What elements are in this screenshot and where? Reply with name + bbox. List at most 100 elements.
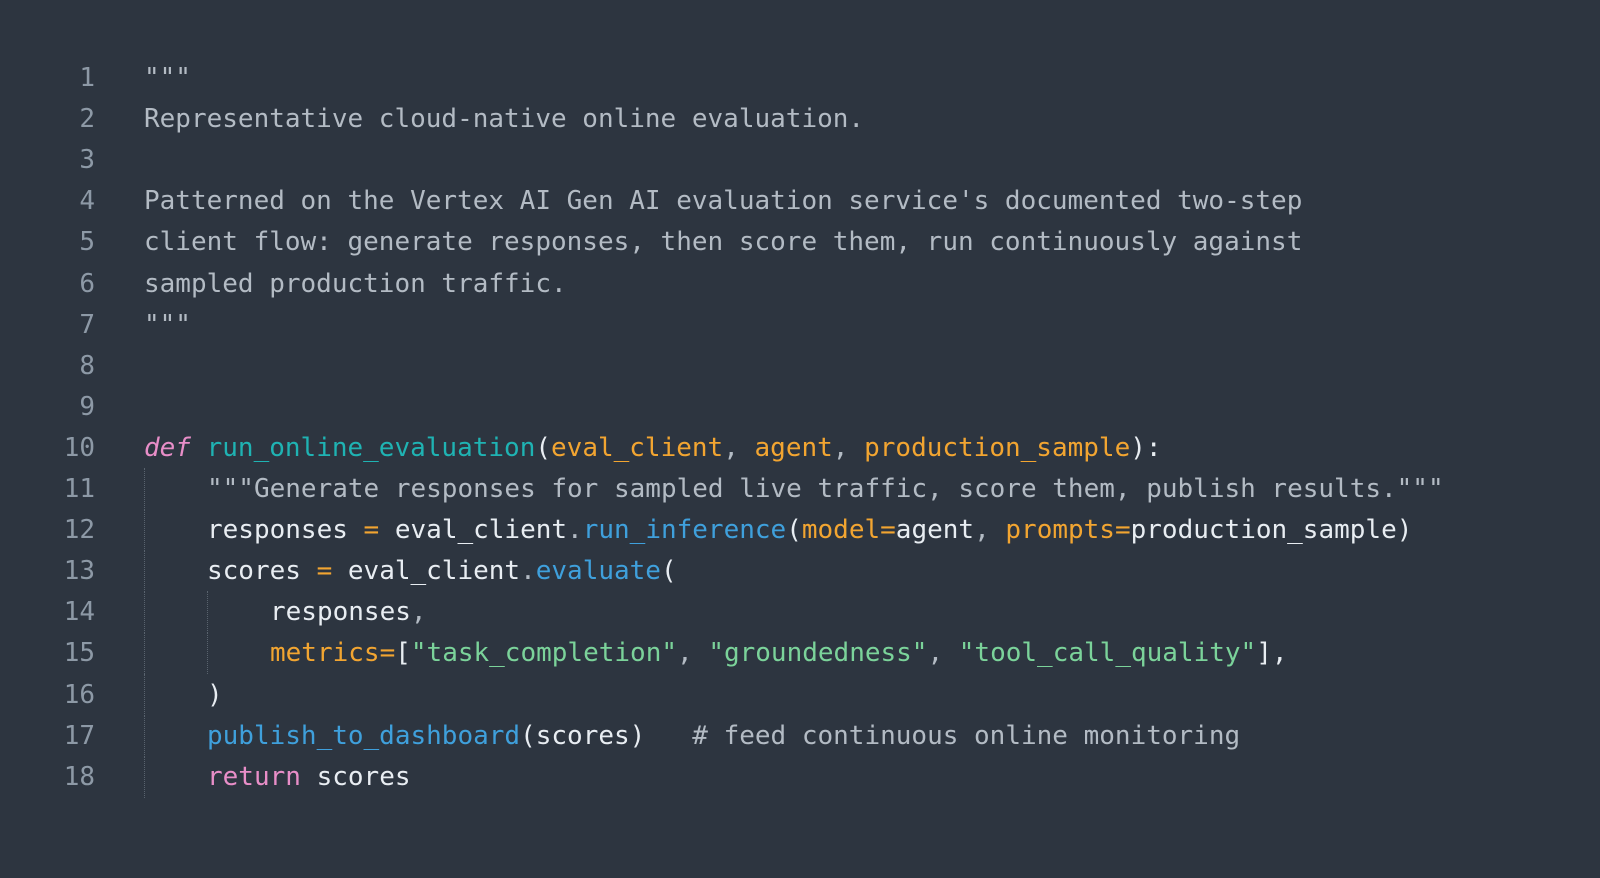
code-token: , (832, 432, 865, 463)
code-line[interactable]: 10 def run_online_evaluation(eval_client,… (36, 427, 1536, 469)
line-number: 13 (63, 556, 95, 587)
code-token: def (144, 432, 191, 463)
code-token: prompts (1005, 515, 1115, 546)
code-token: agent (895, 515, 975, 546)
code-token: ): (1130, 432, 1162, 463)
code-token: ( (535, 432, 552, 463)
code-text: client flow: generate responses, then sc… (144, 221, 1302, 263)
code-token: [ (395, 638, 411, 669)
code-line[interactable]: 5 client flow: generate responses, then s… (36, 221, 1536, 263)
code-line[interactable]: 2 Representative cloud-native online eval… (36, 98, 1536, 140)
code-line[interactable]: 12 responses = eval_client.run_inference(… (36, 509, 1536, 552)
line-number: 9 (79, 391, 95, 422)
code-token: run_online_evaluation (206, 432, 536, 463)
code-text: """ (144, 57, 191, 99)
code-text: """ (144, 304, 191, 346)
code-text: metrics=["task_completion", "groundednes… (270, 632, 1288, 674)
indent-guide (144, 550, 145, 593)
line-number: 17 (63, 720, 95, 751)
code-line[interactable]: 17 publish_to_dashboard(scores) # feed co… (36, 714, 1536, 757)
line-number: 18 (63, 761, 95, 792)
code-token: return (207, 761, 301, 792)
line-number: 3 (79, 145, 95, 176)
code-text: publish_to_dashboard(scores) # feed cont… (207, 715, 1240, 757)
line-number: 15 (63, 638, 95, 669)
code-token: scores (316, 761, 411, 792)
code-text: return scores (207, 756, 411, 798)
code-line[interactable]: 15 metrics=["task_completion", "groundedn… (36, 632, 1536, 675)
code-token: , (974, 515, 1006, 546)
code-text: """Generate responses for sampled live t… (207, 468, 1444, 510)
code-token: metrics (270, 638, 380, 669)
code-line[interactable]: 8 (36, 345, 1536, 387)
line-number: 4 (79, 186, 95, 217)
code-token: = (379, 638, 396, 669)
code-token: eval_client (551, 432, 724, 463)
code-token: run_inference (582, 515, 787, 546)
code-token: scores (207, 556, 301, 587)
line-number: 1 (79, 63, 95, 93)
code-text: responses, (270, 591, 427, 633)
code-token: """ (144, 63, 191, 93)
line-number: 11 (63, 474, 95, 504)
code-token: "tool_call_quality" (958, 638, 1257, 669)
code-token: client flow: generate responses, then sc… (144, 227, 1303, 258)
code-text: ) (207, 674, 223, 716)
code-token: model (801, 515, 881, 546)
indent-guide (207, 591, 208, 634)
indent-guide (144, 673, 145, 716)
code-token: , (410, 597, 427, 628)
code-line[interactable]: 18 return scores (36, 755, 1536, 798)
code-token: responses (207, 515, 348, 546)
line-number: 16 (63, 679, 95, 710)
indent-guide (144, 591, 145, 634)
code-token: ( (660, 556, 677, 587)
line-number: 12 (63, 515, 95, 546)
code-token: publish_to_dashboard (207, 720, 521, 751)
line-number: 5 (79, 227, 95, 258)
code-line[interactable]: 14 responses, (36, 591, 1536, 634)
code-token: # feed continuous online monitoring (645, 720, 1241, 751)
code-token: agent (754, 432, 833, 463)
line-number: 14 (63, 597, 95, 628)
code-text: scores = eval_client.evaluate( (207, 550, 677, 592)
code-token: ) (207, 679, 223, 710)
code-line[interactable]: 1 """ (36, 57, 1536, 99)
code-token: ], (1256, 638, 1288, 669)
code-line[interactable]: 3 (36, 139, 1536, 181)
code-token: , (927, 638, 959, 669)
code-token: evaluate (535, 556, 661, 587)
line-number: 10 (63, 432, 95, 463)
code-token: ( (786, 515, 802, 546)
code-line[interactable]: 7 """ (36, 304, 1536, 346)
indent-guide (144, 468, 145, 510)
code-text: def run_online_evaluation(eval_client, a… (144, 427, 1162, 469)
code-line[interactable]: 6 sampled production traffic. (36, 263, 1536, 305)
code-line[interactable]: 4 Patterned on the Vertex AI Gen AI evalu… (36, 180, 1536, 222)
code-token: """ (144, 309, 191, 340)
code-token: = (347, 515, 395, 546)
code-line[interactable]: 13 scores = eval_client.evaluate( (36, 550, 1536, 593)
line-number: 2 (79, 104, 95, 135)
code-line[interactable]: 9 (36, 386, 1536, 428)
code-token: production_sample (1130, 515, 1397, 546)
code-line[interactable]: 11 """Generate responses for sampled live… (36, 468, 1536, 510)
indent-guide (144, 755, 145, 798)
code-token: Representative cloud-native online evalu… (144, 104, 865, 135)
code-line[interactable]: 16) (36, 673, 1536, 716)
indent-guide (207, 632, 208, 675)
code-token: , (677, 638, 709, 669)
code-editor[interactable]: 1 """ 2 Representative cloud-native online … (36, 36, 1536, 818)
code-token: "task_completion" (410, 638, 677, 669)
line-number: 8 (79, 350, 95, 381)
code-token: ) (629, 720, 646, 751)
code-text: Patterned on the Vertex AI Gen AI evalua… (144, 180, 1302, 222)
code-token: , (723, 432, 755, 463)
code-token: = (1114, 515, 1131, 546)
code-token: = (880, 515, 896, 546)
code-text: Representative cloud-native online evalu… (144, 98, 864, 140)
indent-guide (144, 509, 145, 552)
code-text: responses = eval_client.run_inference(mo… (207, 509, 1412, 551)
